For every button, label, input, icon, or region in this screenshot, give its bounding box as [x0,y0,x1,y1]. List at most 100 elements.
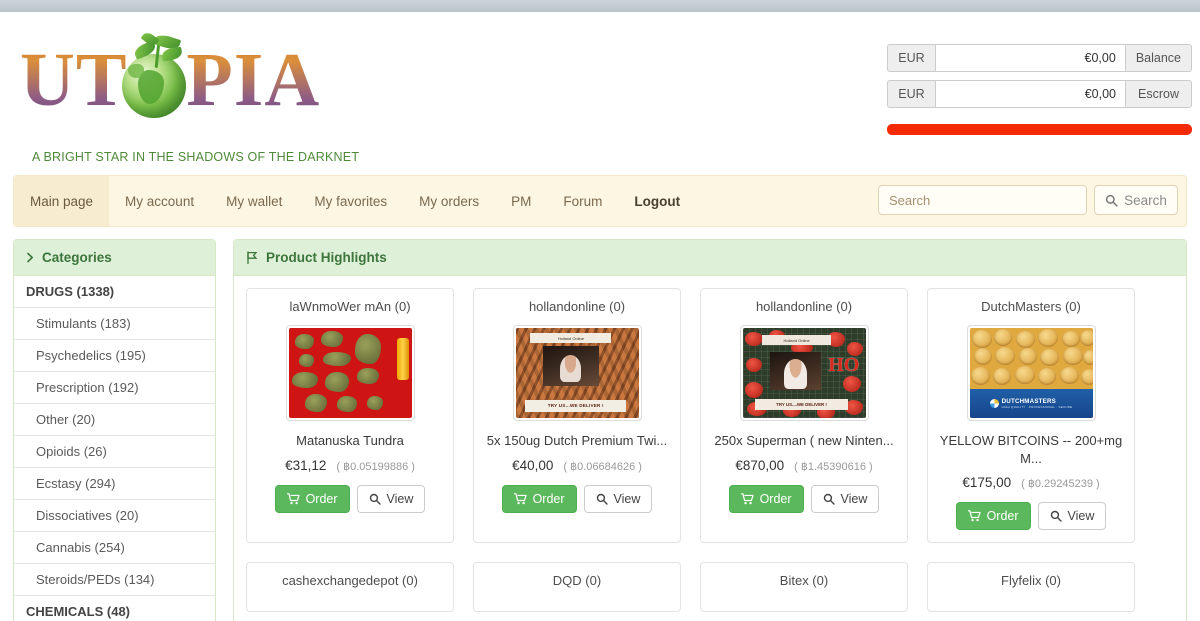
order-button[interactable]: Order [956,502,1031,530]
nav-item-my-account[interactable]: My account [109,176,210,226]
order-button[interactable]: Order [502,485,577,513]
order-button-label: Order [533,492,565,506]
product-thumbnail[interactable]: DUTCHMASTERSHIGH QUALITY · PROFESSIONAL … [967,325,1096,421]
nav-item-forum[interactable]: Forum [547,176,618,226]
category-item-drugs[interactable]: DRUGS (1338) [14,276,215,308]
vendor-name[interactable]: hollandonline (0) [529,299,625,314]
page-header: UTOPIA A BRIGHT STAR IN THE SHADOWS OF T… [0,12,1200,175]
search-input[interactable] [878,185,1087,215]
search-area: Search [878,185,1178,215]
product-card[interactable]: hollandonline (0) Holland Online TRY US.… [473,288,681,543]
nav-item-my-wallet[interactable]: My wallet [210,176,298,226]
categories-header-label: Categories [42,250,112,265]
product-card[interactable]: Bitex (0) [700,562,908,612]
price-eur: €175,00 [962,475,1011,490]
nav-item-pm[interactable]: PM [495,176,547,226]
product-card[interactable]: DutchMasters (0) [927,288,1135,543]
category-item-ecstasy[interactable]: Ecstasy (294) [14,468,215,500]
nav-item-main-page[interactable]: Main page [14,176,109,226]
thumb-top-text: Holland Online [530,333,611,343]
red-pills-image: Holland Online HO TRY US....WE DELIVER ! [743,328,866,418]
escrow-row: EUR Escrow [887,80,1192,108]
categories-header[interactable]: Categories [14,240,215,276]
yellow-pills-image: DUTCHMASTERSHIGH QUALITY · PROFESSIONAL … [970,328,1093,418]
category-item-chemicals[interactable]: CHEMICALS (48) [14,596,215,621]
search-button-label: Search [1124,193,1167,208]
product-thumbnail[interactable]: Holland Online TRY US...WE DELIVER ! [513,325,642,421]
site-tagline: A BRIGHT STAR IN THE SHADOWS OF THE DARK… [32,150,359,164]
escrow-value-input[interactable] [935,80,1126,108]
site-logo[interactable]: UTOPIA A BRIGHT STAR IN THE SHADOWS OF T… [14,32,314,128]
category-item-other[interactable]: Other (20) [14,404,215,436]
cart-icon [514,493,527,505]
categories-sidebar: Categories DRUGS (1338) Stimulants (183)… [13,239,216,621]
order-button[interactable]: Order [729,485,804,513]
view-button[interactable]: View [1038,502,1107,530]
nav-item-my-favorites[interactable]: My favorites [298,176,403,226]
product-actions: Order View [729,485,880,513]
balance-value-input[interactable] [935,44,1126,72]
order-button[interactable]: Order [275,485,350,513]
vendor-name[interactable]: laWnmoWer mAn (0) [289,299,410,314]
product-title[interactable]: Matanuska Tundra [296,432,404,450]
product-card[interactable]: Flyfelix (0) [927,562,1135,612]
category-item-stimulants[interactable]: Stimulants (183) [14,308,215,340]
product-card[interactable]: laWnmoWer mAn (0) [246,288,454,543]
price-eur: €870,00 [735,458,784,473]
view-button-label: View [841,492,868,506]
view-button-label: View [387,492,414,506]
search-icon [369,493,381,505]
product-thumbnail[interactable] [286,325,415,421]
product-card-grid: laWnmoWer mAn (0) [234,276,1186,612]
balance-label[interactable]: Balance [1126,44,1192,72]
view-button[interactable]: View [357,485,426,513]
category-item-psychedelics[interactable]: Psychedelics (195) [14,340,215,372]
order-button-label: Order [987,509,1019,523]
product-actions: Order View [275,485,426,513]
thumb-top-text: Holland Online [762,335,831,345]
view-button[interactable]: View [584,485,653,513]
product-title[interactable]: 250x Superman ( new Ninten... [714,432,893,450]
top-decorative-strip [0,0,1200,12]
category-item-dissociatives[interactable]: Dissociatives (20) [14,500,215,532]
category-item-steroids-peds[interactable]: Steroids/PEDs (134) [14,564,215,596]
escrow-label[interactable]: Escrow [1126,80,1192,108]
product-card[interactable]: hollandonline (0) [700,288,908,543]
product-thumbnail[interactable]: Holland Online HO TRY US....WE DELIVER ! [740,325,869,421]
product-card[interactable]: cashexchangedepot (0) [246,562,454,612]
view-button[interactable]: View [811,485,880,513]
category-item-opioids[interactable]: Opioids (26) [14,436,215,468]
view-button-label: View [1068,509,1095,523]
product-title[interactable]: 5x 150ug Dutch Premium Twi... [487,432,667,450]
search-icon [823,493,835,505]
category-item-cannabis[interactable]: Cannabis (254) [14,532,215,564]
search-button[interactable]: Search [1094,185,1178,215]
vendor-name[interactable]: Flyfelix (0) [1001,573,1061,588]
thumb-letters: HO [828,355,859,375]
nav-item-logout[interactable]: Logout [618,176,696,226]
vendor-name[interactable]: DQD (0) [553,573,601,588]
blotter-sheets-image: Holland Online TRY US...WE DELIVER ! [516,328,639,418]
category-item-prescription[interactable]: Prescription (192) [14,372,215,404]
price-btc: ( ฿0.06684626 ) [563,460,642,473]
vendor-name[interactable]: Bitex (0) [780,573,828,588]
cart-icon [968,510,981,522]
product-card[interactable]: DQD (0) [473,562,681,612]
vendor-name[interactable]: DutchMasters (0) [981,299,1081,314]
escrow-currency: EUR [887,80,935,108]
category-list: DRUGS (1338) Stimulants (183) Psychedeli… [14,276,215,621]
product-highlights-panel: Product Highlights laWnmoWer mAn (0) [233,239,1187,621]
product-highlights-header: Product Highlights [234,240,1186,276]
search-icon [1105,194,1118,207]
cart-icon [741,493,754,505]
product-title[interactable]: YELLOW BITCOINS -- 200+mg M... [936,432,1126,467]
chevron-right-icon [26,252,34,263]
main-content: Categories DRUGS (1338) Stimulants (183)… [13,239,1187,621]
balance-row: EUR Balance [887,44,1192,72]
vendor-name[interactable]: cashexchangedepot (0) [282,573,418,588]
vendor-name[interactable]: hollandonline (0) [756,299,852,314]
nav-item-my-orders[interactable]: My orders [403,176,495,226]
sprout-icon [134,32,190,66]
logo-wordmark-part1: UT [20,38,126,122]
alert-banner-bar[interactable] [887,124,1192,135]
